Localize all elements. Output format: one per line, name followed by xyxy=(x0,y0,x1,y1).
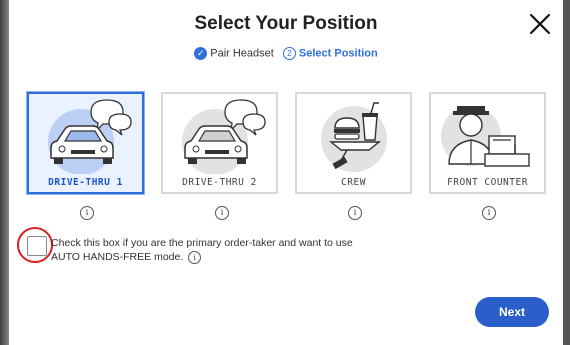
check-circle-icon: ✓ xyxy=(194,47,208,60)
select-position-modal: Select Your Position ✓ Pair Headset 2 Sele… xyxy=(9,0,563,345)
option-text-line1: Check this box if you are the primary or… xyxy=(51,237,353,249)
auto-hands-free-description: Check this box if you are the primary or… xyxy=(51,236,411,264)
burger-drink-hand-icon xyxy=(321,102,387,172)
background-left-edge xyxy=(0,0,9,345)
position-card-front-counter[interactable]: FRONT COUNTER xyxy=(429,92,546,194)
position-label: DRIVE-THRU 2 xyxy=(182,177,257,188)
position-card-crew[interactable]: CREW xyxy=(295,92,412,194)
info-icon[interactable]: i xyxy=(482,206,496,220)
info-icon[interactable]: i xyxy=(80,206,94,220)
position-card-drive-thru-2[interactable]: DRIVE-THRU 2 xyxy=(161,92,278,194)
step-number-badge: 2 xyxy=(282,47,296,60)
position-label: FRONT COUNTER xyxy=(447,177,528,188)
step-select-position: Select Position xyxy=(298,47,378,60)
progress-steps: ✓ Pair Headset 2 Select Position xyxy=(9,47,563,60)
option-text-line2: AUTO HANDS-FREE mode. xyxy=(51,251,184,263)
modal-title: Select Your Position xyxy=(194,13,378,34)
step-pair-headset: Pair Headset xyxy=(210,47,274,60)
info-icon[interactable]: i xyxy=(348,206,362,220)
position-card-drive-thru-1[interactable]: DRIVE-THRU 1 xyxy=(27,92,144,194)
highlight-circle xyxy=(17,227,53,263)
position-label: DRIVE-THRU 1 xyxy=(48,177,123,188)
next-button[interactable]: Next xyxy=(475,297,549,327)
car-speech-bubbles-icon xyxy=(48,99,132,174)
car-speech-bubbles-icon xyxy=(182,99,266,174)
background-right-edge xyxy=(563,0,570,345)
cashier-register-icon xyxy=(441,106,530,167)
position-label: CREW xyxy=(341,177,366,188)
info-icon[interactable]: i xyxy=(188,250,202,264)
info-icon[interactable]: i xyxy=(215,206,229,220)
close-icon[interactable] xyxy=(527,11,553,37)
